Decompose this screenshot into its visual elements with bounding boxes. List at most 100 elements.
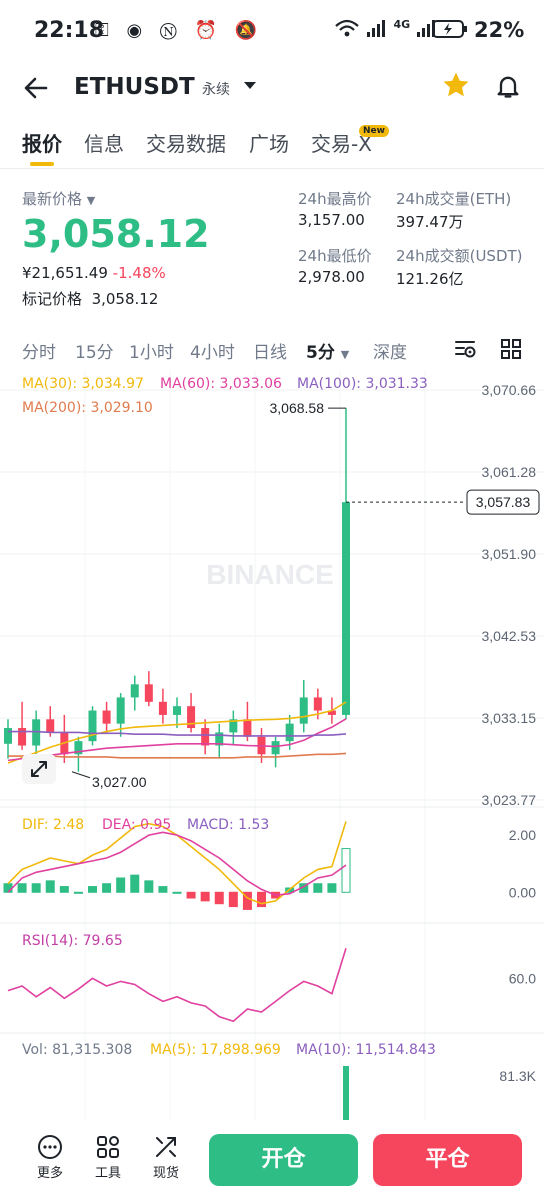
- low-value: 2,978.00: [298, 268, 365, 286]
- favorite-star-icon[interactable]: [441, 70, 471, 108]
- spot-label: 现货: [152, 1166, 179, 1181]
- volume-axis-tick: 81.3K: [499, 1068, 536, 1084]
- contract-type[interactable]: 永续: [202, 79, 230, 99]
- ma200-legend: MA(200): 3,029.10: [22, 400, 153, 416]
- tf-1d[interactable]: 日线: [253, 338, 287, 363]
- bottom-action-bar: 更多 工具 现货 开仓 平仓: [0, 1120, 544, 1200]
- tab-square[interactable]: 广场: [249, 128, 289, 157]
- status-bar: 22:18 ⚿ ◉ Ⓝ ⏰ 🔕 4G 22%: [0, 0, 544, 62]
- tab-info[interactable]: 信息: [84, 128, 124, 157]
- macd-legend: MACD: 1.53: [187, 817, 270, 833]
- network-type: 4G: [393, 18, 411, 31]
- candle-body: [313, 697, 322, 711]
- more-button[interactable]: 更多: [20, 1134, 80, 1181]
- tf-depth[interactable]: 深度: [373, 338, 407, 363]
- tf-5m[interactable]: 5分 ▼: [306, 338, 349, 363]
- bell-icon[interactable]: [494, 72, 522, 104]
- mark-price-label: 标记价格: [22, 290, 83, 308]
- macd-bar: [102, 883, 112, 893]
- vol-legend: Vol: 81,315.308: [22, 1042, 133, 1058]
- high-value: 3,157.00: [298, 211, 365, 229]
- volume-value: 397.47万: [396, 213, 464, 231]
- candle-body: [18, 728, 27, 746]
- battery-icon: [432, 18, 468, 44]
- tf-line[interactable]: 分时: [22, 338, 56, 363]
- indicator-settings-icon[interactable]: [454, 338, 478, 364]
- cny-price-value: ¥21,651.49: [22, 264, 108, 282]
- ma30-legend: MA(30): 3,034.97: [22, 376, 144, 392]
- price-axis-tick: 3,023.77: [482, 792, 537, 808]
- symbol-dropdown-icon[interactable]: [243, 78, 257, 96]
- candle-body: [116, 697, 125, 724]
- volume-label: 24h成交量(ETH): [396, 190, 512, 208]
- tab-bar: 报价 信息 交易数据 广场 交易-X New: [0, 120, 544, 169]
- macd-bar: [341, 848, 351, 893]
- tab-quote[interactable]: 报价: [22, 128, 62, 157]
- candle-body: [285, 723, 294, 742]
- last-price-label[interactable]: 最新价格 ▼: [22, 188, 95, 209]
- low-marker-line: [71, 771, 91, 779]
- high-price-label: 3,068.58: [270, 400, 325, 416]
- fullscreen-icon[interactable]: [22, 754, 56, 784]
- more-icon: [20, 1134, 80, 1162]
- tools-icon: [78, 1134, 138, 1162]
- macd-bar: [327, 883, 337, 893]
- candle-body: [271, 741, 280, 755]
- macd-bar: [59, 886, 69, 893]
- macd-bar: [130, 874, 140, 893]
- price-axis-tick: 3,051.90: [482, 546, 537, 562]
- macd-bar: [31, 883, 41, 893]
- candle-body: [130, 684, 139, 698]
- battery-percent: 22%: [474, 18, 525, 42]
- macd-bar: [214, 891, 224, 905]
- macd-bar: [158, 886, 168, 893]
- tf-4h[interactable]: 4小时: [190, 338, 235, 363]
- nfc-icon: Ⓝ: [159, 20, 183, 41]
- candle-body: [173, 706, 181, 715]
- macd-bar: [73, 891, 83, 894]
- macd-bar: [200, 891, 210, 902]
- grid-layout-icon[interactable]: [500, 338, 522, 364]
- spot-button[interactable]: 现货: [136, 1134, 196, 1181]
- tools-button[interactable]: 工具: [78, 1134, 138, 1181]
- macd-axis-tick: 0.00: [509, 884, 536, 900]
- macd-bar: [186, 891, 196, 899]
- tf-15m[interactable]: 15分: [75, 338, 114, 363]
- candle-body: [88, 710, 97, 742]
- candlestick-chart[interactable]: BINANCE 3,070.66 3,061.28 3,051.90 3,042.53…: [0, 370, 544, 1120]
- macd-bar: [45, 880, 55, 893]
- price-axis-tick: 3,042.53: [482, 628, 537, 644]
- axis-labels: 3,070.66 3,061.28 3,051.90 3,042.53 3,033.15…: [71, 382, 540, 1084]
- macd-bar: [116, 877, 126, 893]
- last-price: 3,058.12: [22, 212, 210, 256]
- price-axis-tick: 3,061.28: [482, 464, 537, 480]
- low-label: 24h最低价: [298, 247, 372, 265]
- macd-axis-tick: 2.00: [509, 827, 536, 843]
- close-position-button[interactable]: 平仓: [373, 1134, 522, 1186]
- rsi-panel: [7, 947, 347, 1023]
- candle-body: [243, 719, 252, 737]
- back-arrow-icon[interactable]: [22, 74, 50, 107]
- low-price-label: 3,027.00: [92, 774, 147, 790]
- tf-1h[interactable]: 1小时: [129, 338, 174, 363]
- price-axis-tick: 3,070.66: [482, 382, 537, 398]
- candle-body: [46, 719, 55, 733]
- eye-icon: ◉: [126, 20, 149, 41]
- vol-ma5-legend: MA(5): 17,898.969: [150, 1042, 281, 1058]
- candle-body: [4, 728, 12, 744]
- mark-price-value: 3,058.12: [91, 290, 159, 308]
- candle-body: [187, 706, 196, 729]
- caret-down-icon: ▼: [340, 348, 350, 361]
- caret-down-icon: ▼: [86, 194, 96, 207]
- dea-legend: DEA: 0.95: [102, 817, 172, 833]
- more-label: 更多: [36, 1166, 63, 1181]
- candle-body: [201, 728, 210, 746]
- open-position-button[interactable]: 开仓: [209, 1134, 358, 1186]
- turnover-label: 24h成交额(USDT): [396, 247, 523, 265]
- macd-bar: [172, 891, 182, 894]
- wifi-icon: [334, 19, 366, 43]
- symbol-title[interactable]: ETHUSDT: [74, 74, 195, 100]
- tab-trading-data[interactable]: 交易数据: [146, 128, 226, 157]
- new-badge: New: [359, 125, 389, 137]
- rsi-legend: RSI(14): 79.65: [22, 933, 123, 949]
